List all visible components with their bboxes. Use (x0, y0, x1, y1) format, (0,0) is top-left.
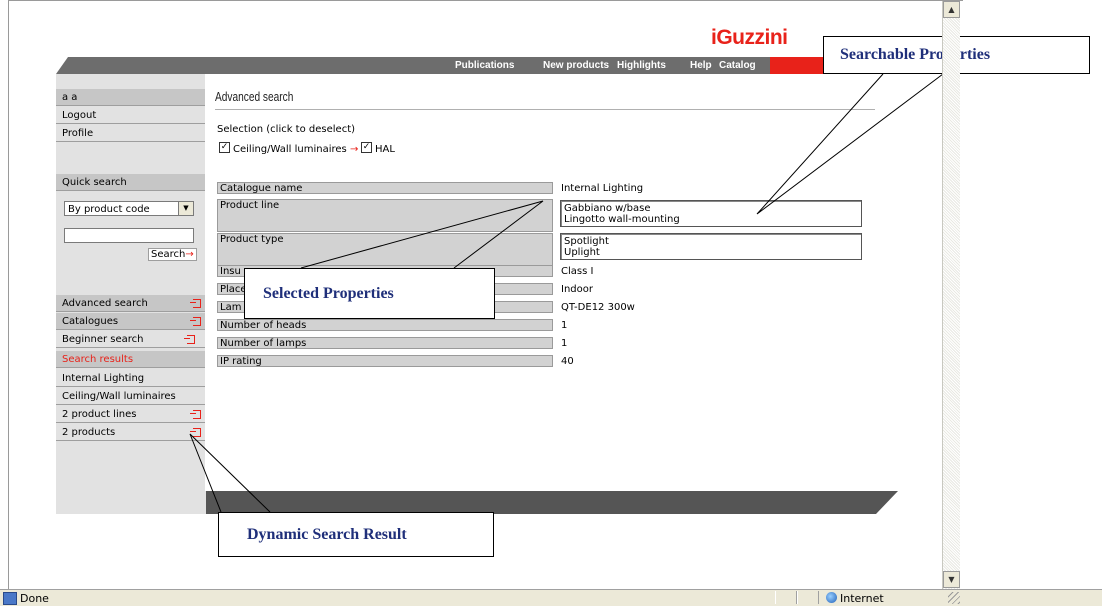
prop-value-lamps: 1 (561, 338, 568, 349)
prop-value-lamp: QT-DE12 300w (561, 302, 635, 313)
sidebar-products[interactable]: 2 products (56, 424, 205, 441)
selection-label: Selection (click to deselect) (217, 124, 356, 135)
prop-label-catalogue-name: Catalogue name (217, 182, 553, 194)
arrow-icon (190, 299, 201, 308)
sidebar-search-results: Search results (56, 351, 205, 368)
sidebar-logout[interactable]: Logout (56, 107, 205, 124)
page-icon (3, 592, 17, 605)
prop-value-ip-rating: 40 (561, 356, 574, 367)
sidebar-product-lines-label: 2 product lines (62, 409, 137, 420)
footer-band (176, 491, 898, 514)
nav-catalog[interactable]: Catalog (719, 60, 756, 71)
sidebar-beginner-search[interactable]: Beginner search (56, 331, 205, 348)
chevron-down-icon[interactable]: ▼ (178, 202, 193, 215)
sidebar-user: a a (56, 89, 205, 106)
arrow-right-icon: → (349, 144, 359, 155)
sidebar-footer (176, 491, 206, 514)
list-item[interactable]: Spotlight (564, 236, 858, 247)
prop-value-placement: Indoor (561, 284, 593, 295)
divider (215, 109, 875, 110)
sidebar-catalogues[interactable]: Catalogues (56, 313, 205, 330)
globe-icon (826, 592, 837, 603)
list-item[interactable]: Gabbiano w/base (564, 203, 858, 214)
product-line-listbox[interactable]: Gabbiano w/base Lingotto wall-mounting (560, 200, 862, 227)
nav-new-products[interactable]: New products (543, 60, 609, 71)
prop-label-ip-rating: IP rating (217, 355, 553, 367)
sidebar: a a Logout Profile Quick search Advanced… (56, 74, 205, 514)
status-cell (797, 591, 819, 604)
sidebar-catalogues-label: Catalogues (62, 316, 119, 327)
vertical-scrollbar[interactable]: ▲ ▼ (942, 1, 960, 589)
sidebar-advanced-search-label: Advanced search (62, 298, 148, 309)
scroll-up-icon[interactable]: ▲ (943, 1, 960, 18)
sidebar-products-label: 2 products (62, 427, 116, 438)
select-value: By product code (68, 204, 150, 215)
prop-label-lamps: Number of lamps (217, 337, 553, 349)
list-item[interactable]: Lingotto wall-mounting (564, 214, 858, 225)
selection-hal[interactable]: HAL (375, 144, 395, 155)
resize-grip-icon[interactable] (948, 592, 960, 604)
prop-label-heads: Number of heads (217, 319, 553, 331)
nav-highlights[interactable]: Highlights (617, 60, 666, 71)
arrow-right-icon: → (185, 249, 194, 260)
sidebar-beginner-search-label: Beginner search (62, 334, 144, 345)
search-button-label: Search (151, 249, 186, 260)
prop-value-heads: 1 (561, 320, 568, 331)
quick-search-select[interactable]: By product code ▼ (64, 201, 194, 216)
callout-selected-properties: Selected Properties (244, 268, 495, 319)
quick-search-header: Quick search (56, 174, 205, 191)
search-button[interactable]: Search→ (148, 248, 197, 261)
arrow-icon (190, 317, 201, 326)
prop-label-product-line: Product line (217, 199, 553, 232)
zone-text: Internet (840, 592, 884, 605)
arrow-icon (190, 410, 201, 419)
prop-label-product-type: Product type (217, 233, 553, 266)
checkbox-hal[interactable]: ✓ (361, 142, 372, 153)
checkbox-ceiling-wall[interactable]: ✓ (219, 142, 230, 153)
prop-value-insulation: Class I (561, 266, 594, 277)
scroll-down-icon[interactable]: ▼ (943, 571, 960, 588)
nav-publications[interactable]: Publications (455, 60, 514, 71)
quick-search-input[interactable] (64, 228, 194, 243)
sidebar-internal-lighting[interactable]: Internal Lighting (56, 370, 205, 387)
selection-ceiling-wall[interactable]: Ceiling/Wall luminaires → (233, 144, 358, 155)
nav-help[interactable]: Help (690, 60, 712, 71)
sidebar-product-lines[interactable]: 2 product lines (56, 406, 205, 423)
sidebar-advanced-search[interactable]: Advanced search (56, 295, 205, 312)
iguzzini-logo[interactable]: iGuzzini (711, 26, 788, 50)
sidebar-profile[interactable]: Profile (56, 125, 205, 142)
arrow-icon (190, 428, 201, 437)
callout-dynamic-search-result: Dynamic Search Result (218, 512, 494, 557)
selection-ceiling-wall-label: Ceiling/Wall luminaires (233, 144, 347, 155)
product-type-listbox[interactable]: Spotlight Uplight (560, 233, 862, 260)
status-bar: Done Internet (0, 589, 1102, 606)
arrow-icon (184, 335, 195, 344)
status-cell (775, 591, 797, 604)
sidebar-ceiling-wall[interactable]: Ceiling/Wall luminaires (56, 388, 205, 405)
list-item[interactable]: Uplight (564, 247, 858, 258)
page-title: Advanced search (215, 89, 294, 104)
status-text: Done (20, 592, 49, 605)
prop-value-catalogue-name: Internal Lighting (561, 183, 644, 194)
